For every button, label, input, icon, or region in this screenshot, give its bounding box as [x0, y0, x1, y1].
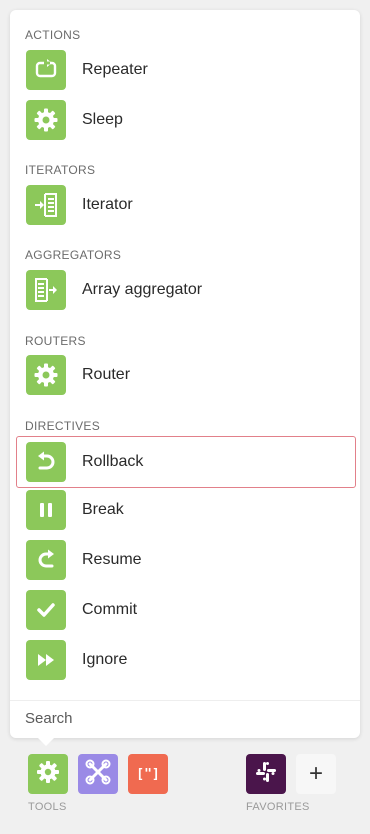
- menu-item-break[interactable]: Break: [16, 486, 356, 534]
- menu-item-label: Commit: [82, 601, 138, 618]
- section-title-aggregators: AGGREGATORS: [25, 248, 122, 262]
- menu-item-label: Repeater: [82, 61, 148, 78]
- menu-item-label: Resume: [82, 551, 142, 568]
- menu-item-resume[interactable]: Resume: [16, 536, 356, 584]
- section-title-directives: DIRECTIVES: [25, 419, 101, 433]
- gear-icon: [35, 759, 61, 790]
- menu-item-label: Ignore: [82, 651, 128, 668]
- section-title-iterators: ITERATORS: [25, 163, 96, 177]
- plus-icon: +: [308, 760, 323, 787]
- menu-item-ignore[interactable]: Ignore: [16, 636, 356, 684]
- tools-label: TOOLS: [28, 801, 67, 813]
- menu-item-rollback[interactable]: Rollback: [16, 436, 356, 488]
- search-input[interactable]: [25, 710, 325, 727]
- menu-item-sleep[interactable]: Sleep: [16, 96, 356, 144]
- menu-item-iterator[interactable]: Iterator: [16, 181, 356, 229]
- pause-icon: [26, 490, 66, 530]
- popup-pointer: [38, 738, 54, 746]
- json-button[interactable]: ["]: [128, 754, 168, 794]
- iterator-icon: [26, 185, 66, 225]
- favorites-label: FAVORITES: [246, 801, 310, 813]
- flow-control-button[interactable]: [78, 754, 118, 794]
- menu-item-label: Router: [82, 366, 131, 383]
- tools-button[interactable]: [28, 754, 68, 794]
- json-brackets-icon: ["]: [136, 766, 160, 782]
- aggregator-icon: [26, 270, 66, 310]
- checkmark-icon: [26, 590, 66, 630]
- tools-crossed-icon: [84, 758, 112, 791]
- menu-item-label: Sleep: [82, 111, 123, 128]
- add-favorite-button[interactable]: +: [296, 754, 336, 794]
- repeat-icon: [26, 50, 66, 90]
- menu-item-label: Rollback: [82, 453, 144, 470]
- slack-icon: [254, 760, 278, 789]
- gear-icon: [26, 100, 66, 140]
- menu-item-label: Array aggregator: [82, 281, 203, 298]
- section-title-routers: ROUTERS: [25, 334, 86, 348]
- section-title-actions: ACTIONS: [25, 28, 81, 42]
- menu-item-router[interactable]: Router: [16, 351, 356, 399]
- menu-item-array-aggregator[interactable]: Array aggregator: [16, 266, 356, 314]
- search-divider: [10, 700, 360, 701]
- menu-item-commit[interactable]: Commit: [16, 586, 356, 634]
- slack-button[interactable]: [246, 754, 286, 794]
- tools-popup-panel: ACTIONS Repeater Sleep ITERATORS Iterato…: [10, 10, 360, 738]
- menu-item-label: Break: [82, 501, 124, 518]
- menu-item-repeater[interactable]: Repeater: [16, 46, 356, 94]
- resume-icon: [26, 540, 66, 580]
- fast-forward-icon: [26, 640, 66, 680]
- menu-item-label: Iterator: [82, 196, 133, 213]
- rollback-icon: [26, 442, 66, 482]
- gear-icon: [26, 355, 66, 395]
